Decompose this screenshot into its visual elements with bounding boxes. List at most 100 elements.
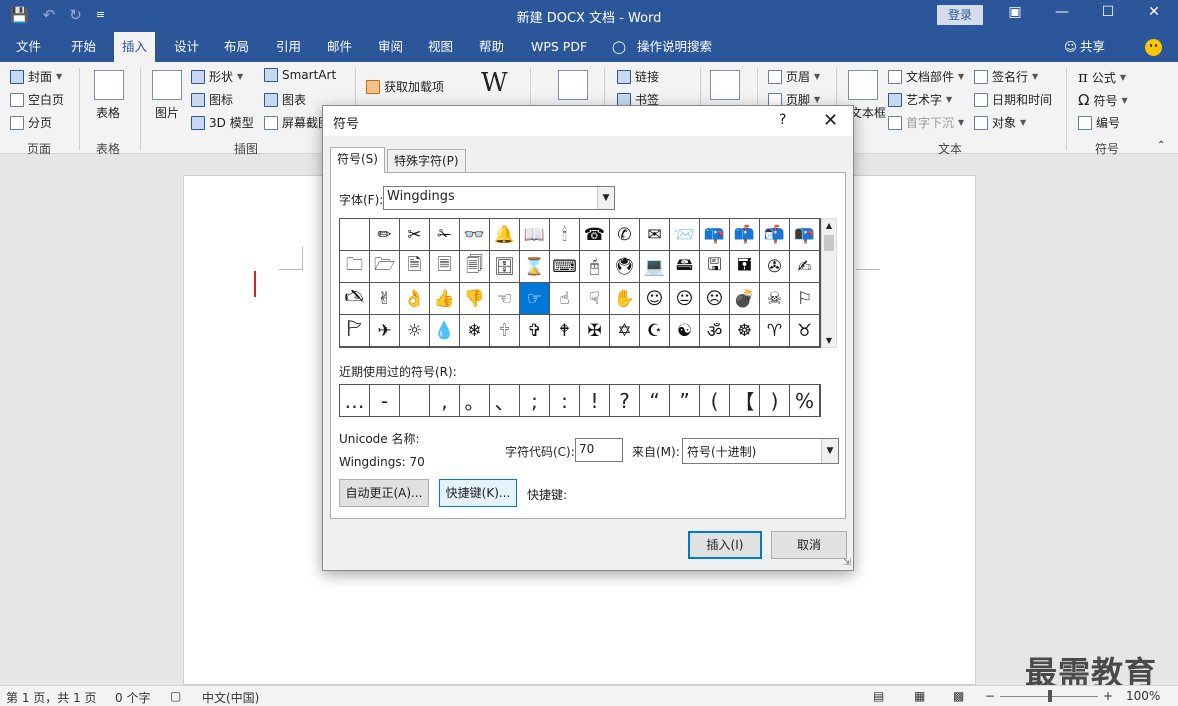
symbol-cell[interactable]: 🖫 [700, 251, 730, 283]
tab-review[interactable]: 审阅 [370, 32, 411, 62]
tab-help[interactable]: 帮助 [471, 32, 512, 62]
zoom-in-button[interactable]: + [1103, 689, 1113, 703]
symbol-cell[interactable]: ☪ [640, 315, 670, 347]
maximize-icon[interactable]: ☐ [1096, 4, 1120, 20]
symbol-cell[interactable]: ✠ [580, 315, 610, 347]
print-layout-icon[interactable]: ▦ [914, 689, 925, 703]
screenshot-button[interactable]: 屏幕截图 [264, 114, 330, 131]
symbol-cell[interactable]: 👌 [400, 283, 430, 315]
symbol-cell[interactable]: 🔔 [490, 219, 520, 251]
symbol-cell[interactable]: 🖎 [340, 283, 370, 315]
cancel-button[interactable]: 取消 [771, 531, 847, 559]
help-icon[interactable]: ? [779, 112, 786, 128]
recent-symbol-cell[interactable]: … [340, 385, 370, 416]
shapes-button[interactable]: 形状 ▼ [191, 68, 243, 85]
recent-symbol-cell[interactable]: 【 [730, 385, 760, 416]
smartart-button[interactable]: SmartArt [264, 68, 336, 82]
recent-symbol-cell[interactable]: : [550, 385, 580, 416]
symbol-cell[interactable]: 🗐 [460, 251, 490, 283]
online-video-icon[interactable] [558, 70, 588, 100]
autocorrect-button[interactable]: 自动更正(A)... [339, 479, 429, 507]
user-icon[interactable]: ☺ [1064, 32, 1077, 62]
tell-me-search[interactable]: 操作说明搜索 [637, 32, 712, 62]
symbol-cell[interactable]: 🗀 [340, 251, 370, 283]
symbol-cell[interactable]: 👎 [460, 283, 490, 315]
chart-button[interactable]: 图表 [264, 91, 306, 108]
symbol-cell[interactable]: 🖴 [670, 251, 700, 283]
symbol-cell[interactable]: ✍ [790, 251, 820, 283]
link-button[interactable]: 链接 [617, 68, 659, 85]
share-button[interactable]: 共享 [1080, 32, 1105, 62]
symbol-cell[interactable]: ☼ [400, 315, 430, 347]
tab-file[interactable]: 文件 [8, 32, 49, 62]
header-button[interactable]: 页眉 ▼ [768, 68, 820, 85]
recent-symbol-cell[interactable]: , [430, 385, 460, 416]
signature-line-button[interactable]: 签名行 ▼ [974, 68, 1038, 85]
char-code-input[interactable]: 70 [575, 438, 623, 462]
symbol-cell[interactable]: ✇ [760, 251, 790, 283]
web-layout-icon[interactable]: ▩ [953, 689, 964, 703]
symbol-cell[interactable]: ✆ [610, 219, 640, 251]
word-count[interactable]: 0 个字 [115, 689, 150, 706]
recent-symbol-cell[interactable]: 、 [490, 385, 520, 416]
symbol-cell[interactable]: ☝ [550, 283, 580, 315]
recent-symbol-cell[interactable]: % [790, 385, 820, 416]
symbol-cell[interactable]: ✂ [400, 219, 430, 251]
symbol-cell[interactable]: ॐ [700, 315, 730, 347]
symbol-cell[interactable]: 🖰 [580, 251, 610, 283]
ribbon-display-icon[interactable]: ▣ [1003, 4, 1027, 20]
symbol-cell[interactable]: 🗎 [400, 251, 430, 283]
tab-wps-pdf[interactable]: WPS PDF [523, 32, 595, 62]
tab-layout[interactable]: 布局 [216, 32, 257, 62]
symbol-cell[interactable]: 🖬 [730, 251, 760, 283]
minimize-icon[interactable]: — [1050, 4, 1074, 20]
symbol-cell[interactable]: 👓 [460, 219, 490, 251]
symbol-cell[interactable]: ☎ [580, 219, 610, 251]
tab-references[interactable]: 引用 [268, 32, 309, 62]
blank-page-button[interactable]: 空白页 [10, 91, 64, 108]
tab-view[interactable]: 视图 [420, 32, 461, 62]
picture-button[interactable]: 图片 [155, 104, 179, 121]
symbol-cell[interactable]: ✌ [370, 283, 400, 315]
language-indicator[interactable]: 中文(中国) [202, 689, 259, 706]
feedback-smiley-icon[interactable] [1145, 39, 1162, 56]
tab-insert[interactable]: 插入 [114, 32, 156, 62]
symbol-cell[interactable]: 🗄 [490, 251, 520, 283]
symbol-cell[interactable]: 📖 [520, 219, 550, 251]
date-time-button[interactable]: 日期和时间 [974, 91, 1052, 108]
close-icon[interactable]: ✕ [1142, 4, 1166, 20]
symbol-cell[interactable]: 💣 [730, 283, 760, 315]
scroll-up-icon[interactable]: ▲ [822, 221, 836, 230]
symbol-cell[interactable]: 🏱 [340, 315, 370, 347]
collapse-ribbon-icon[interactable]: ⌃ [1157, 140, 1165, 151]
symbol-cell[interactable]: 📭 [790, 219, 820, 251]
comment-icon[interactable] [710, 70, 740, 100]
symbol-cell[interactable]: ✁ [430, 219, 460, 251]
resize-grip-icon[interactable]: ⇲ [843, 557, 851, 568]
lightbulb-icon[interactable]: ◯ [612, 32, 626, 62]
equation-button[interactable]: π 公式 ▼ [1078, 68, 1126, 86]
symbol-cell[interactable]: 📫 [730, 219, 760, 251]
quick-parts-button[interactable]: 文档部件 ▼ [888, 68, 964, 85]
symbol-cell[interactable]: 🗁 [370, 251, 400, 283]
recent-symbol-cell[interactable]: ? [610, 385, 640, 416]
symbol-cell[interactable]: 🕆 [490, 315, 520, 347]
icons-button[interactable]: 图标 [191, 91, 233, 108]
scroll-down-icon[interactable]: ▼ [822, 336, 836, 345]
zoom-slider-thumb[interactable] [1048, 690, 1052, 702]
textbox-button[interactable]: 文本框 [850, 104, 886, 121]
zoom-out-button[interactable]: − [985, 689, 995, 703]
symbol-cell[interactable]: 📪 [700, 219, 730, 251]
tab-symbols[interactable]: 符号(S) [330, 147, 385, 173]
symbol-cell[interactable]: ♉ [790, 315, 820, 347]
symbol-cell[interactable]: 🕯 [550, 219, 580, 251]
symbol-cell[interactable]: ☠ [760, 283, 790, 315]
font-select[interactable]: Wingdings ▼ [383, 186, 615, 210]
shortcut-key-button[interactable]: 快捷键(K)... [439, 479, 517, 507]
proofing-icon[interactable]: ▢ [170, 689, 181, 703]
symbol-cell[interactable]: 📬 [760, 219, 790, 251]
symbol-cell[interactable]: ✏ [370, 219, 400, 251]
symbol-cell[interactable]: ❄ [460, 315, 490, 347]
symbol-cell[interactable]: 📨 [670, 219, 700, 251]
recent-symbol-cell[interactable] [400, 385, 430, 416]
